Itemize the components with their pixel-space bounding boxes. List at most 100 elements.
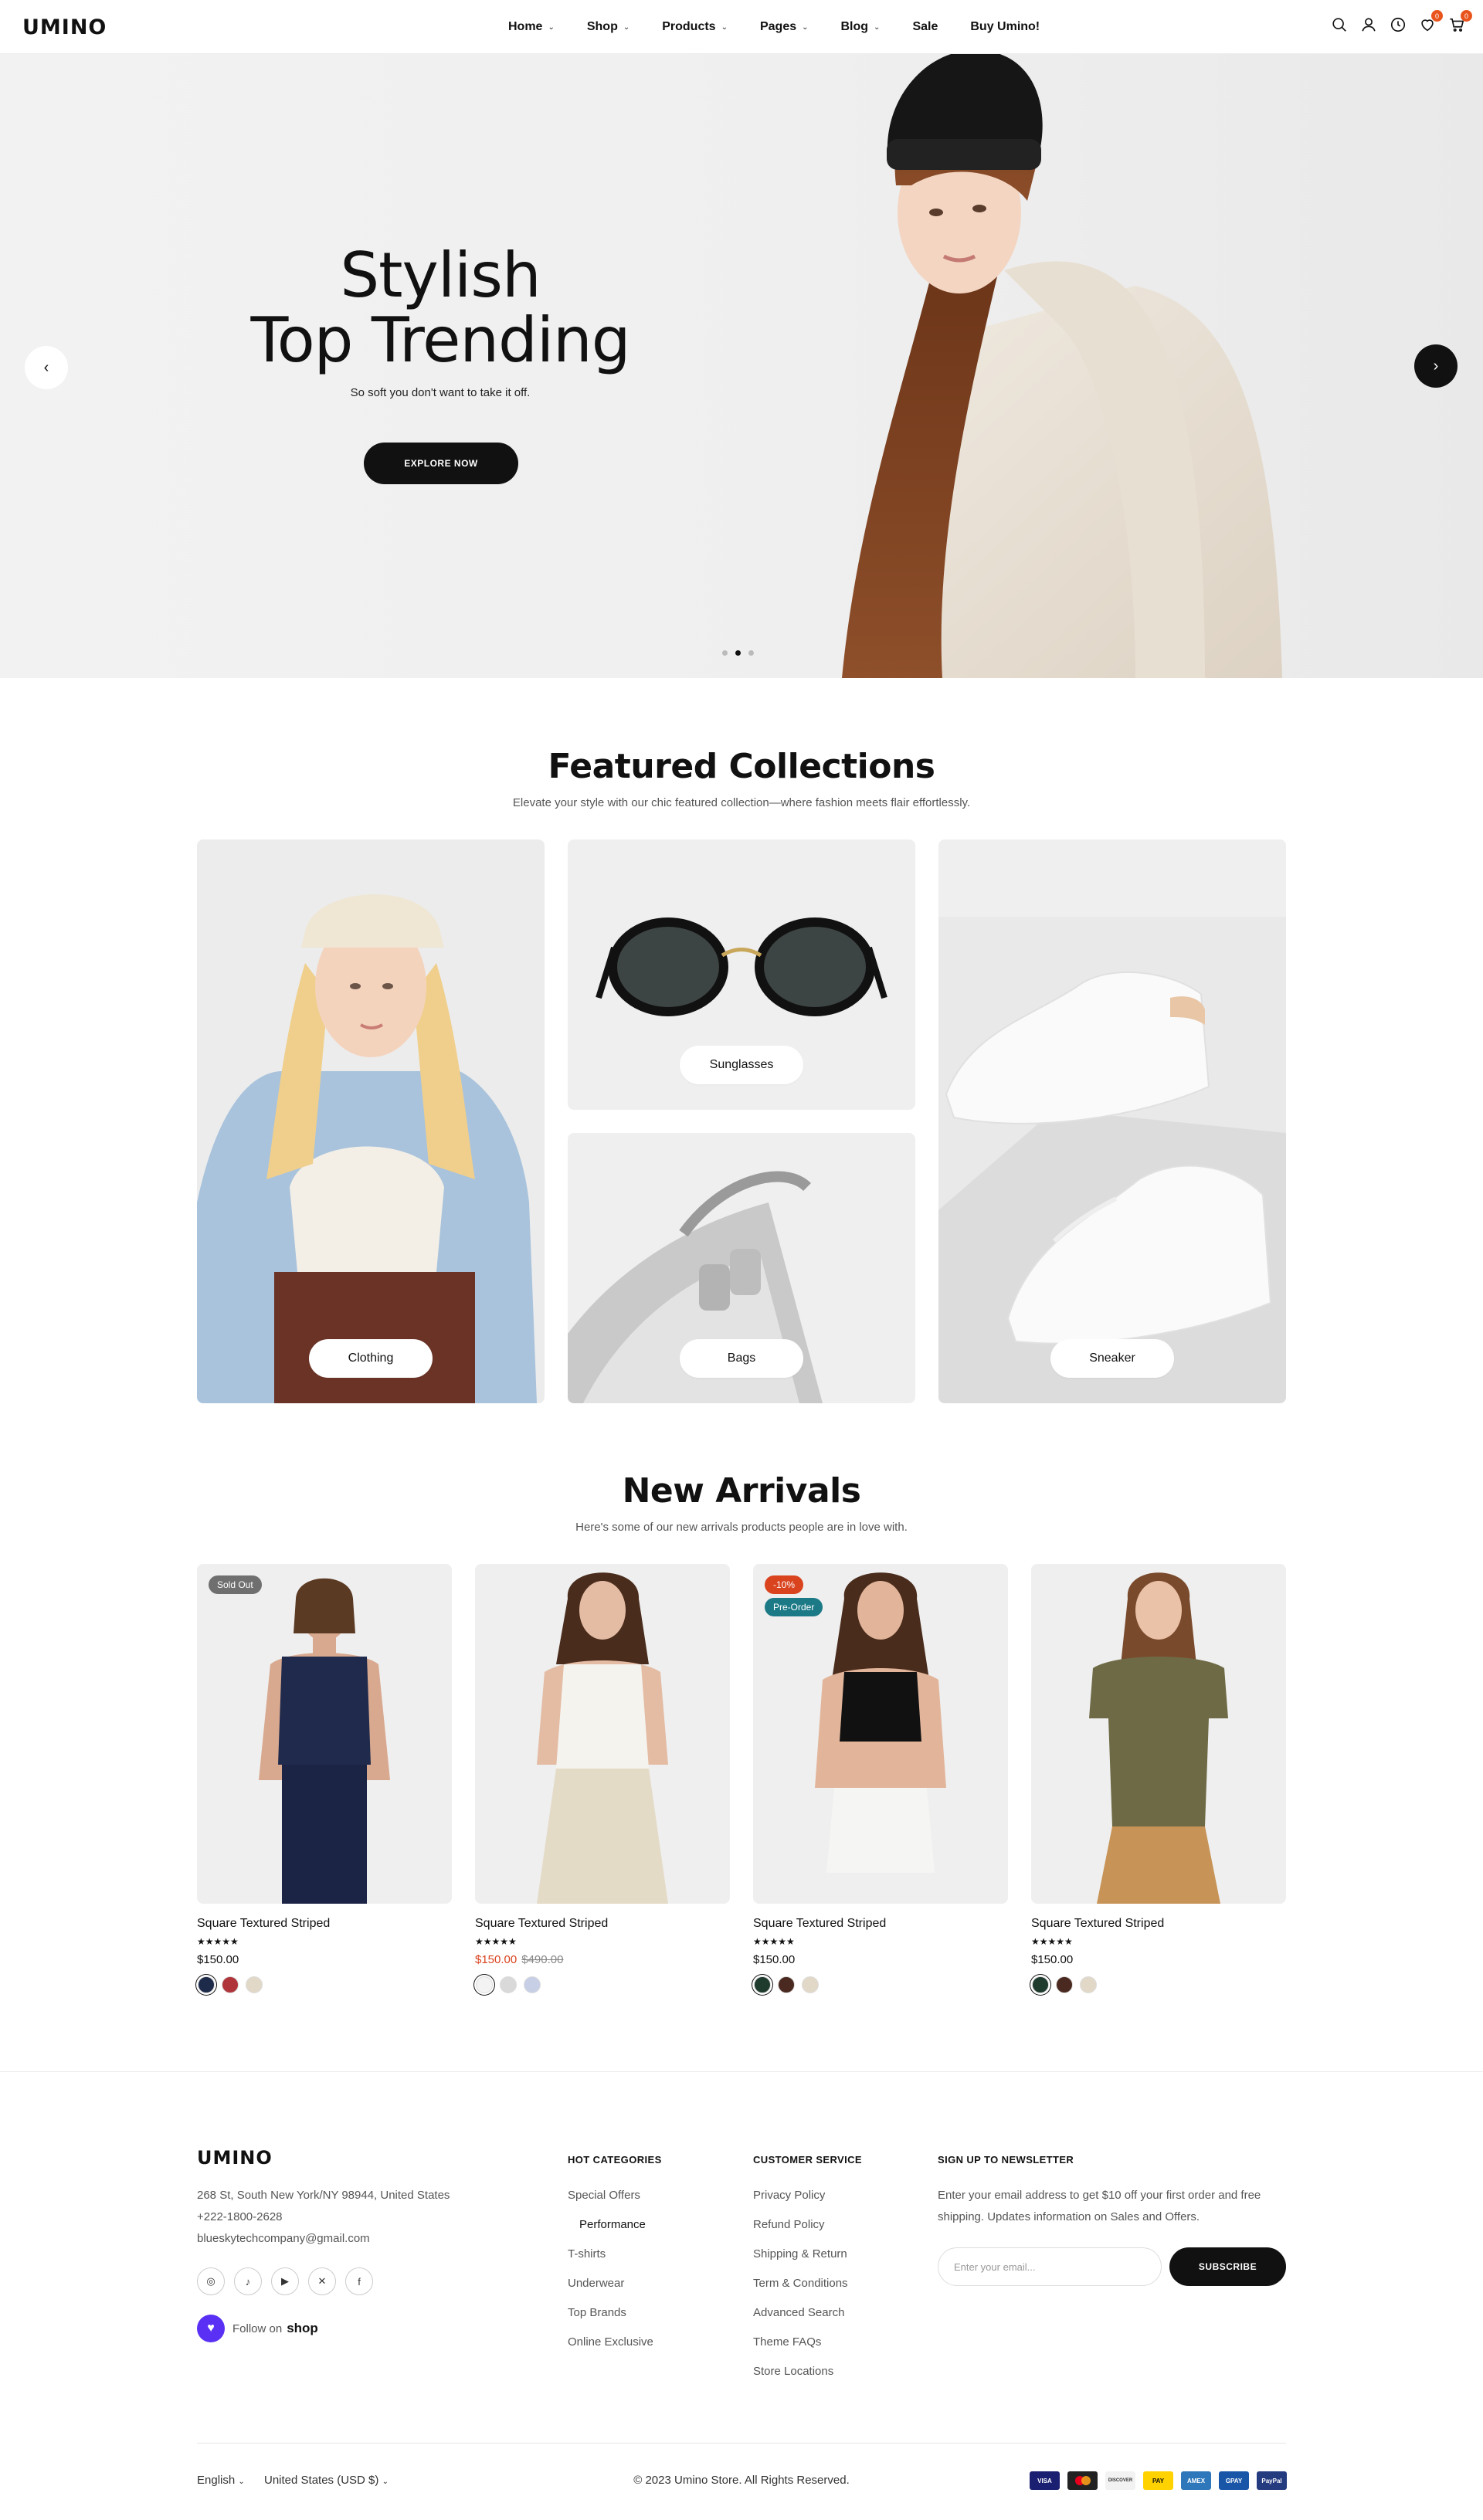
product-rating: ★★★★★	[1031, 1936, 1073, 1947]
color-swatch-brown[interactable]	[1056, 1976, 1073, 1993]
product-image[interactable]: Sold Out	[197, 1564, 452, 1904]
collection-label-clothing[interactable]: Clothing	[309, 1339, 433, 1378]
color-swatch-navy[interactable]	[198, 1976, 215, 1993]
youtube-icon[interactable]: ▶	[271, 2267, 299, 2295]
footer-link-theme-faqs[interactable]: Theme FAQs	[753, 2335, 821, 2349]
nav-home[interactable]: Home ⌄	[508, 20, 555, 34]
newsletter-heading: SIGN UP TO NEWSLETTER	[938, 2154, 1074, 2166]
nav-pages[interactable]: Pages ⌄	[760, 20, 809, 34]
footer-link-terms[interactable]: Term & Conditions	[753, 2277, 848, 2290]
price-current: $150.00	[1031, 1953, 1074, 1966]
product-name[interactable]: Square Textured Striped	[1031, 1917, 1164, 1931]
product-name[interactable]: Square Textured Striped	[475, 1917, 608, 1931]
hero-title-line-1: Stylish	[340, 239, 541, 311]
footer-link-underwear[interactable]: Underwear	[568, 2277, 624, 2290]
hero-title: Stylish Top Trending	[232, 243, 649, 373]
color-swatch-green[interactable]	[1032, 1976, 1049, 1993]
color-swatch-beige[interactable]	[802, 1976, 819, 1993]
footer-bottom-divider	[197, 2443, 1286, 2444]
cart-icon[interactable]: 0	[1447, 10, 1472, 34]
slider-dot-active[interactable]	[735, 650, 741, 656]
clock-icon[interactable]	[1389, 15, 1407, 34]
footer-phone[interactable]: +222-1800-2628	[197, 2210, 283, 2223]
color-swatch-light-blue[interactable]	[524, 1976, 541, 1993]
slider-pagination	[722, 650, 754, 656]
footer-link-performance[interactable]: Performance	[579, 2218, 646, 2231]
product-model-image	[259, 1578, 390, 1904]
footer-link-online-exclusive[interactable]: Online Exclusive	[568, 2335, 653, 2349]
hero-slider: Stylish Top Trending So soft you don't w…	[0, 54, 1483, 678]
color-swatch-white[interactable]	[476, 1976, 493, 1993]
chevron-down-icon: ⌄	[802, 22, 809, 32]
footer-link-privacy-policy[interactable]: Privacy Policy	[753, 2189, 825, 2202]
site-logo[interactable]: UMINO	[22, 15, 107, 39]
footer-link-refund-policy[interactable]: Refund Policy	[753, 2218, 825, 2231]
follow-on-label: Follow on	[232, 2322, 283, 2335]
nav-shop[interactable]: Shop ⌄	[587, 20, 630, 34]
product-name[interactable]: Square Textured Striped	[197, 1917, 330, 1931]
slider-next-button[interactable]: ›	[1414, 344, 1458, 388]
slider-dot[interactable]	[722, 650, 728, 656]
footer-logo[interactable]: UMINO	[197, 2147, 273, 2169]
product-name[interactable]: Square Textured Striped	[753, 1917, 886, 1931]
product-image[interactable]	[475, 1564, 730, 1904]
heart-icon[interactable]: 0	[1418, 10, 1443, 34]
footer-email[interactable]: blueskytechcompany@gmail.com	[197, 2232, 370, 2245]
newsletter-email-input[interactable]: Enter your email...	[938, 2247, 1162, 2286]
chevron-right-icon: ›	[1433, 357, 1439, 375]
tiktok-icon[interactable]: ♪	[234, 2267, 262, 2295]
slider-prev-button[interactable]: ‹	[25, 346, 68, 389]
footer-link-shipping-return[interactable]: Shipping & Return	[753, 2247, 847, 2261]
instagram-icon[interactable]: ◎	[197, 2267, 225, 2295]
newsletter-text-line-2: shipping. Updates information on Sales a…	[938, 2210, 1200, 2223]
product-rating: ★★★★★	[475, 1936, 517, 1947]
nav-sale[interactable]: Sale	[912, 20, 938, 34]
slider-dot[interactable]	[748, 650, 754, 656]
collection-label-sneaker[interactable]: Sneaker	[1050, 1339, 1174, 1378]
user-icon[interactable]	[1359, 15, 1378, 34]
sold-out-badge: Sold Out	[209, 1575, 262, 1594]
price-current: $150.00	[753, 1953, 796, 1966]
color-swatch-red[interactable]	[222, 1976, 239, 1993]
color-swatch-green[interactable]	[754, 1976, 771, 1993]
nav-buy-umino-label: Buy Umino!	[970, 20, 1040, 33]
footer-link-top-brands[interactable]: Top Brands	[568, 2306, 626, 2319]
x-icon[interactable]: ✕	[308, 2267, 336, 2295]
facebook-icon[interactable]: f	[345, 2267, 373, 2295]
footer-link-tshirts[interactable]: T-shirts	[568, 2247, 606, 2261]
nav-pages-label: Pages	[759, 20, 797, 33]
chevron-down-icon: ⌄	[874, 22, 881, 32]
footer-link-store-locations[interactable]: Store Locations	[753, 2365, 833, 2378]
hero-subtitle: So soft you don't want to take it off.	[350, 386, 531, 399]
follow-on-shop[interactable]: ♥ Follow on shop	[197, 2315, 318, 2342]
chevron-down-icon: ⌄	[548, 22, 555, 32]
search-icon[interactable]	[1330, 15, 1349, 34]
product-image[interactable]	[1031, 1564, 1286, 1904]
color-swatch-grey[interactable]	[500, 1976, 517, 1993]
collection-card-sneaker[interactable]: Sneaker	[938, 839, 1286, 1403]
footer-link-advanced-search[interactable]: Advanced Search	[753, 2306, 844, 2319]
color-swatch-beige[interactable]	[1080, 1976, 1097, 1993]
color-swatches	[198, 1976, 263, 1993]
collection-card-clothing[interactable]: Clothing	[197, 839, 545, 1403]
pre-order-badge: Pre-Order	[765, 1598, 823, 1616]
price-current: $150.00	[197, 1953, 239, 1966]
shop-heart-icon: ♥	[197, 2315, 225, 2342]
product-rating: ★★★★★	[753, 1936, 795, 1947]
explore-now-button[interactable]: EXPLORE NOW	[364, 443, 518, 484]
footer-divider	[0, 2071, 1483, 2072]
nav-products[interactable]: Products ⌄	[662, 20, 728, 34]
collection-label-sunglasses[interactable]: Sunglasses	[680, 1046, 803, 1084]
subscribe-button[interactable]: SUBSCRIBE	[1169, 2247, 1286, 2286]
collection-card-sunglasses[interactable]: Sunglasses	[568, 839, 915, 1110]
hero-title-line-2: Top Trending	[250, 304, 630, 376]
collection-card-bags[interactable]: Bags	[568, 1133, 915, 1403]
product-image[interactable]: -10% Pre-Order	[753, 1564, 1008, 1904]
nav-buy-umino[interactable]: Buy Umino!	[970, 20, 1040, 34]
color-swatch-brown[interactable]	[778, 1976, 795, 1993]
color-swatch-beige[interactable]	[246, 1976, 263, 1993]
nav-blog[interactable]: Blog ⌄	[841, 20, 881, 34]
collection-label-bags[interactable]: Bags	[680, 1339, 803, 1378]
price-current: $150.00	[475, 1953, 518, 1966]
footer-link-special-offers[interactable]: Special Offers	[568, 2189, 640, 2202]
